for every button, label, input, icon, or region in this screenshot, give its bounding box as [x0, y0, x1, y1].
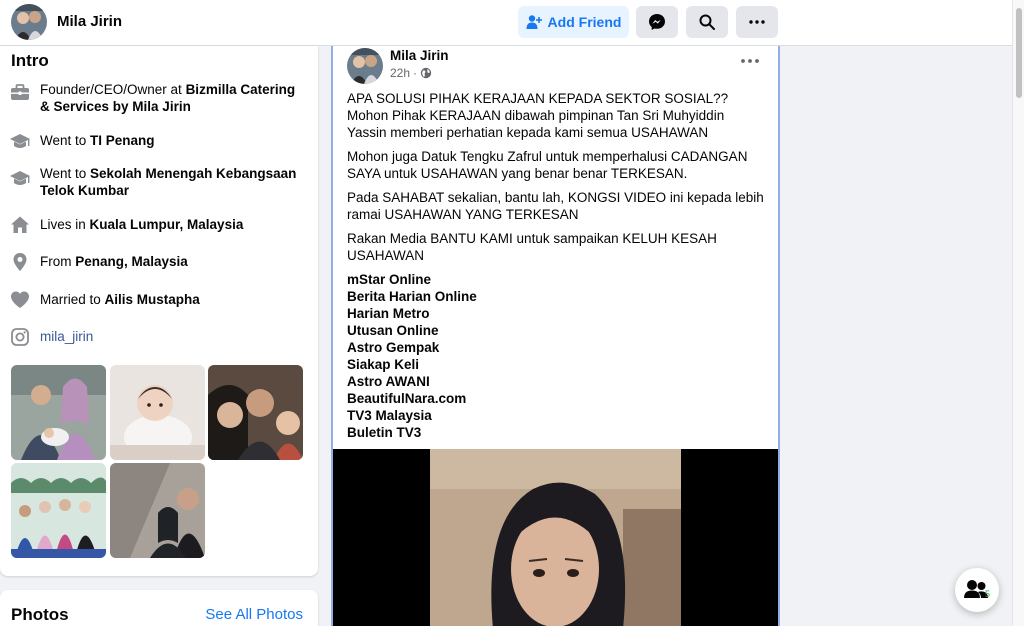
featured-photo[interactable] [11, 463, 106, 558]
post-card: Mila Jirin 22h · APA SOLUSI PIHAK KERAJA… [331, 46, 780, 626]
media-list-item: Siakap Keli [347, 357, 420, 372]
school-link[interactable]: TI Penang [90, 133, 155, 148]
meta-separator: · [413, 66, 418, 80]
profile-header-bar: Mila Jirin Add Friend [0, 0, 1012, 46]
more-icon [741, 59, 759, 63]
post-paragraph: Mohon juga Datuk Tengku Zafrul untuk mem… [347, 149, 748, 181]
intro-item-text: Founder/CEO/Owner at Bizmilla Catering &… [40, 82, 296, 114]
intro-item-text: Lives in Kuala Lumpur, Malaysia [40, 217, 244, 232]
photos-card: Photos See All Photos [0, 590, 318, 626]
intro-item-text: Married to Ailis Mustapha [40, 292, 200, 307]
intro-item-text: From Penang, Malaysia [40, 254, 188, 269]
graduation-cap-icon [10, 171, 30, 185]
post-author-name[interactable]: Mila Jirin [390, 48, 449, 63]
briefcase-icon [11, 84, 29, 100]
media-list-item: mStar Online [347, 272, 432, 287]
intro-title: Intro [11, 51, 49, 70]
instagram-link[interactable]: mila_jirin [40, 329, 93, 344]
post-paragraph: Pada SAHABAT sekalian, bantu lah, KONGSI… [347, 190, 764, 222]
globe-icon[interactable] [420, 67, 432, 79]
online-count: 5 [985, 589, 990, 599]
spouse-link[interactable]: Ailis Mustapha [105, 292, 200, 307]
featured-photo[interactable] [110, 463, 205, 558]
scrollbar-thumb[interactable] [1016, 8, 1022, 98]
media-list-item: Berita Harian Online [347, 289, 477, 304]
intro-item-text: Went to Sekolah Menengah Kebangsaan Telo… [40, 166, 297, 198]
add-friend-button[interactable]: Add Friend [518, 6, 629, 38]
featured-photo[interactable] [208, 365, 303, 460]
graduation-cap-icon [10, 134, 30, 148]
media-list-item: BeautifulNara.com [347, 391, 467, 406]
post-options-button[interactable] [739, 53, 761, 69]
media-list-item: Astro AWANI [347, 374, 430, 389]
heart-icon [11, 291, 29, 308]
contacts-icon: 5 [964, 580, 990, 599]
intro-item-text: mila_jirin [40, 328, 308, 345]
intro-card: Intro Founder/CEO/Owner at Bizmilla Cate… [0, 46, 318, 576]
instagram-icon [11, 328, 29, 346]
search-button[interactable] [686, 6, 728, 38]
hometown-link[interactable]: Penang, Malaysia [75, 254, 188, 269]
media-list: mStar Online Berita Harian Online Harian… [347, 271, 767, 441]
featured-photo[interactable] [11, 365, 106, 460]
post-timestamp[interactable]: 22h [390, 66, 410, 80]
location-pin-icon [13, 253, 27, 271]
contacts-chat-button[interactable]: 5 [955, 568, 999, 612]
profile-avatar[interactable] [11, 4, 47, 40]
add-friend-label: Add Friend [547, 14, 622, 30]
current-city-link[interactable]: Kuala Lumpur, Malaysia [90, 217, 244, 232]
see-all-photos-link[interactable]: See All Photos [205, 606, 303, 623]
more-options-button[interactable] [736, 6, 778, 38]
page-scrollbar[interactable] [1012, 0, 1024, 626]
message-button[interactable] [636, 6, 678, 38]
media-list-item: Astro Gempak [347, 340, 440, 355]
add-friend-icon [526, 15, 542, 29]
post-meta: 22h · [390, 66, 432, 80]
post-paragraph: Rakan Media BANTU KAMI untuk sampaikan K… [347, 231, 717, 263]
intro-item-text: Went to TI Penang [40, 133, 155, 148]
media-list-item: Utusan Online [347, 323, 439, 338]
profile-name[interactable]: Mila Jirin [57, 13, 122, 30]
media-list-item: TV3 Malaysia [347, 408, 432, 423]
post-video[interactable] [333, 449, 778, 626]
messenger-icon [649, 14, 665, 30]
photos-title: Photos [11, 605, 69, 624]
post-text: APA SOLUSI PIHAK KERAJAAN KEPADA SEKTOR … [347, 90, 767, 441]
media-list-item: Harian Metro [347, 306, 430, 321]
more-icon [749, 20, 765, 24]
search-icon [699, 14, 715, 30]
media-list-item: Buletin TV3 [347, 425, 422, 440]
post-author-avatar[interactable] [347, 48, 383, 84]
post-paragraph: APA SOLUSI PIHAK KERAJAAN KEPADA SEKTOR … [347, 91, 729, 140]
featured-photo[interactable] [110, 365, 205, 460]
home-icon [11, 216, 29, 233]
